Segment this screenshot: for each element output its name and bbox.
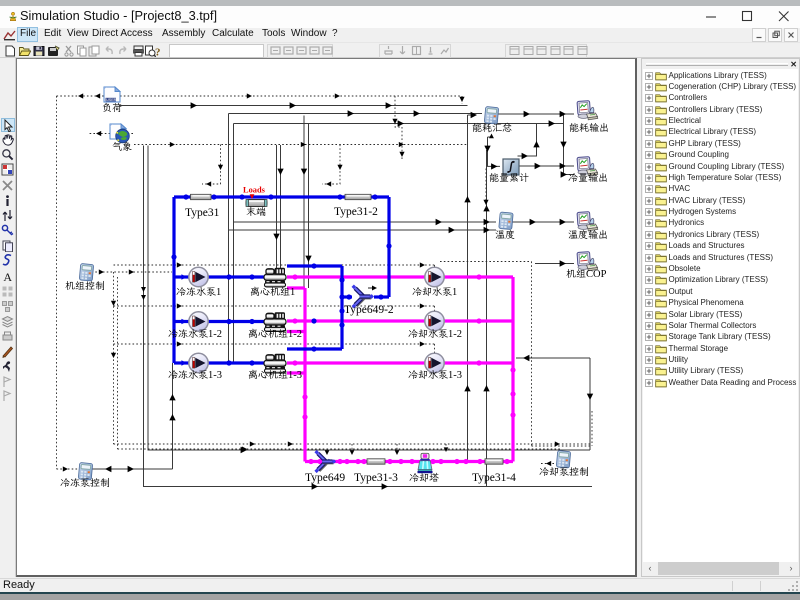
svg-text:1: 1 xyxy=(290,287,295,298)
svg-text:Type31-4: Type31-4 xyxy=(472,472,516,484)
svg-text:1-2: 1-2 xyxy=(288,329,302,340)
svg-text:Loads: Loads xyxy=(243,186,266,195)
svg-text:?: ? xyxy=(155,47,161,58)
svg-text:1: 1 xyxy=(452,287,457,298)
svg-text:A: A xyxy=(3,270,12,283)
svg-text:Type649-2: Type649-2 xyxy=(344,304,394,316)
svg-text:1: 1 xyxy=(216,287,221,298)
svg-text:1-2: 1-2 xyxy=(448,329,462,340)
svg-text:Type31-3: Type31-3 xyxy=(354,472,398,484)
svg-text:Type31: Type31 xyxy=(185,207,220,219)
svg-text:1-3: 1-3 xyxy=(208,370,222,381)
svg-text:Type31-2: Type31-2 xyxy=(334,206,378,218)
svg-text:Type649: Type649 xyxy=(305,472,345,484)
svg-text:USER: USER xyxy=(106,98,117,102)
svg-text:1-3: 1-3 xyxy=(448,370,462,381)
svg-text:COP: COP xyxy=(586,269,607,280)
svg-text:1-2: 1-2 xyxy=(208,329,222,340)
svg-text:1-3: 1-3 xyxy=(288,370,302,381)
